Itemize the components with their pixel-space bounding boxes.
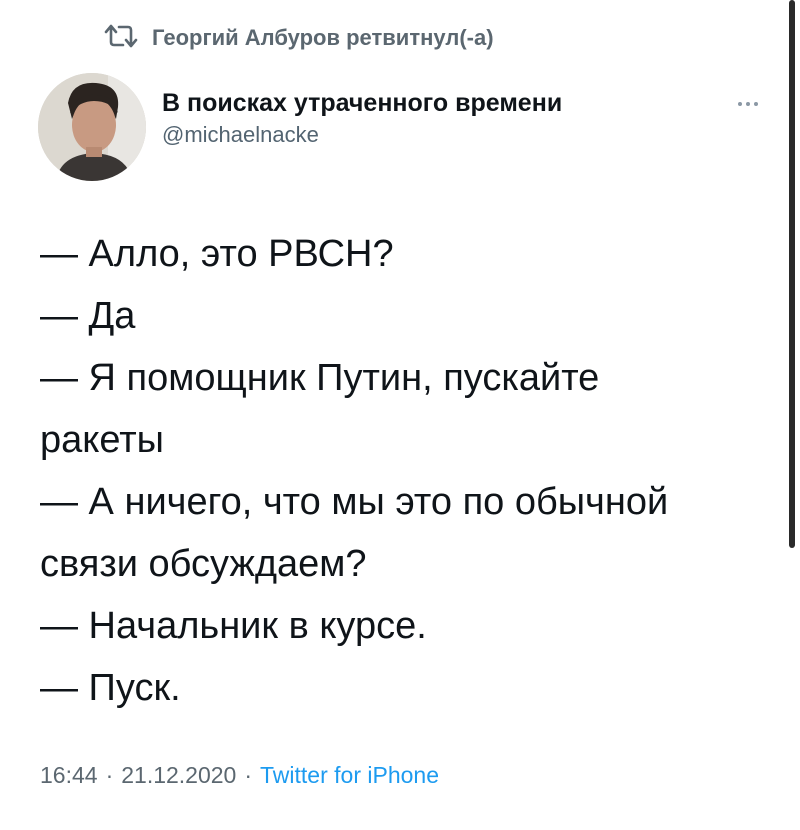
tweet-author[interactable]: В поисках утраченного времени @michaelna… xyxy=(162,86,562,150)
more-options-button[interactable] xyxy=(728,94,768,114)
tweet-line: — А ничего, что мы это по обычной xyxy=(40,481,669,523)
tweet-date[interactable]: 21.12.2020 xyxy=(121,762,236,789)
tweet-line: ракеты xyxy=(40,419,164,461)
more-dot-icon xyxy=(746,102,750,106)
retweet-icon xyxy=(104,23,138,54)
tweet-line: — Алло, это РВСН? xyxy=(40,233,394,275)
tweet-meta: 16:44 · 21.12.2020 · Twitter for iPhone xyxy=(40,762,439,789)
retweet-text: Георгий Албуров ретвитнул(-а) xyxy=(152,25,494,50)
tweet-line: связи обсуждаем? xyxy=(40,543,367,585)
tweet-time[interactable]: 16:44 xyxy=(40,762,98,789)
meta-separator: · xyxy=(244,762,253,788)
avatar[interactable] xyxy=(38,73,146,181)
tweet-text: — Алло, это РВСН? — Да — Я помощник Пути… xyxy=(40,223,770,719)
tweet-line: — Я помощник Путин, пускайте xyxy=(40,357,600,399)
scrollbar[interactable] xyxy=(789,0,795,548)
tweet-source-link[interactable]: Twitter for iPhone xyxy=(260,762,439,789)
meta-separator: · xyxy=(105,762,114,788)
tweet-line: — Да xyxy=(40,295,136,337)
retweet-indicator[interactable]: Георгий Албуров ретвитнул(-а) xyxy=(104,18,494,58)
more-dot-icon xyxy=(754,102,758,106)
tweet-line: — Начальник в курсе. xyxy=(40,605,427,647)
tweet-line: — Пуск. xyxy=(40,667,181,709)
author-handle[interactable]: @michaelnacke xyxy=(162,120,562,150)
author-display-name[interactable]: В поисках утраченного времени xyxy=(162,86,562,120)
more-dot-icon xyxy=(738,102,742,106)
